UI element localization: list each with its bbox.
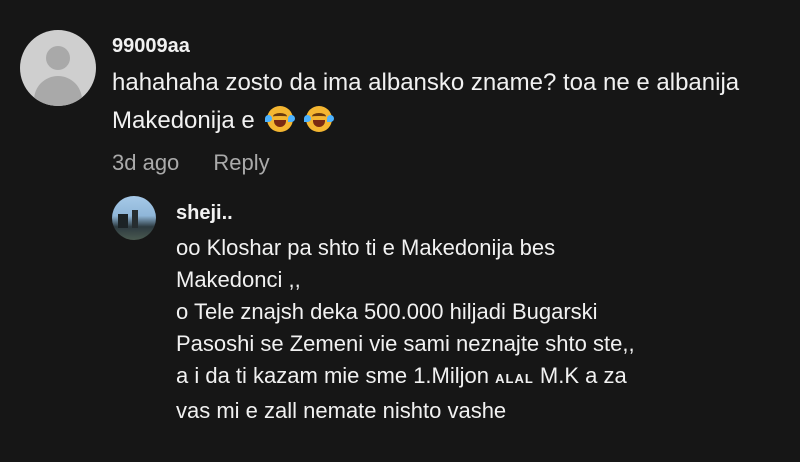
reply-body: sheji.. oo Kloshar pa shto ti e Makedoni… [176,200,776,427]
comment-text: hahahaha zosto da ima albansko zname? to… [112,64,772,140]
reply-line-part: M.K a za [539,363,627,388]
comment-body: 99009aa hahahaha zosto da ima albansko z… [112,32,772,176]
comment-meta: 3d ago Reply [112,150,772,176]
reply-line: o Tele znajsh deka 500.000 hiljadi Bugar… [176,299,598,324]
default-avatar[interactable] [20,30,96,106]
tears-of-joy-emoji-icon [265,106,296,132]
reply-line: Makedonci ,, [176,267,301,292]
avatar-building-icon [118,214,128,228]
comment-author[interactable]: 99009aa [112,32,772,60]
reply-smallcaps-word: ALAL [495,371,534,386]
user-avatar[interactable] [112,196,156,240]
comment-text-content: hahahaha zosto da ima albansko zname? to… [112,69,740,134]
reply-line: vas mi e zall nemate nishto vashe [176,398,507,423]
reply-author[interactable]: sheji.. [176,200,776,226]
avatar-head-icon [46,46,70,70]
avatar-body-icon [34,76,82,106]
reply-line: oo Kloshar pa shto ti e Makedonija bes [176,235,556,260]
reply-line-part: a i da ti kazam mie sme 1.Miljon [176,363,489,388]
avatar-building-icon [132,210,138,228]
reply-line: a i da ti kazam mie sme 1.Miljon ALAL M.… [176,360,776,395]
comment-timestamp: 3d ago [112,150,180,175]
reply-text: oo Kloshar pa shto ti e Makedonija bes M… [176,232,776,427]
reply-button[interactable]: Reply [213,150,269,175]
reply-line: Pasoshi se Zemeni vie sami neznajte shto… [176,331,635,356]
tears-of-joy-emoji-icon [304,106,335,132]
